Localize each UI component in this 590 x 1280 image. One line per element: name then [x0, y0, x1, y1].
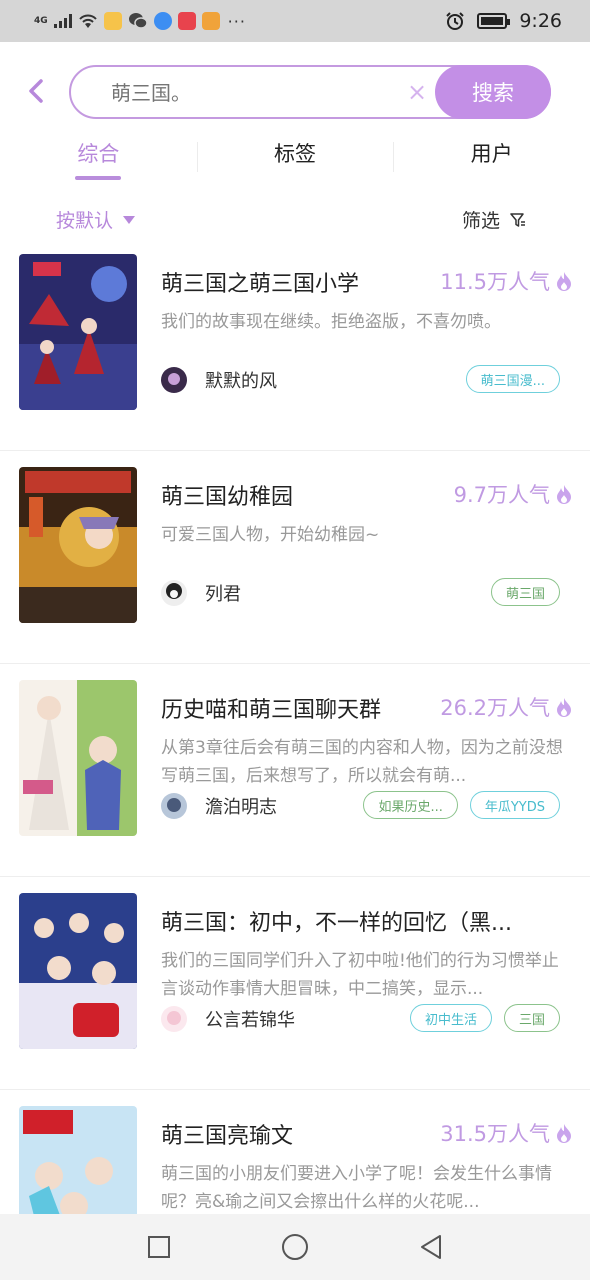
sort-filter-row: 按默认 筛选: [0, 200, 590, 240]
caret-down-icon: [123, 215, 136, 224]
filter-icon: [510, 212, 525, 227]
back-arrow-icon[interactable]: [24, 76, 48, 106]
status-bar-left: 4G ···: [34, 12, 246, 31]
author[interactable]: 澹泊明志: [161, 793, 277, 819]
popularity-count: 11.5万人气: [440, 270, 550, 294]
music-app-icon: [153, 12, 172, 30]
list-item[interactable]: 萌三国幼稚园 9.7万人气 可爱三国人物，开始幼稚园~ 列君 萌三国: [0, 451, 590, 664]
author-name: 澹泊明志: [205, 797, 277, 818]
square-icon: [148, 1236, 170, 1258]
item-description: 萌三国的小朋友们要进入小学了呢！会发生什么事情呢？亮&瑜之间又会擦出什么样的火花…: [161, 1164, 552, 1212]
status-bar: 4G ··· 9:26: [0, 0, 590, 42]
tag-list: 如果历史... 年瓜YYDS: [363, 791, 560, 819]
author-name: 默默的风: [205, 371, 277, 392]
circle-icon: [282, 1234, 308, 1260]
tag[interactable]: 三国: [503, 1004, 560, 1032]
flame-icon: [557, 698, 571, 717]
tag-list: 萌三国: [490, 578, 560, 606]
search-input[interactable]: [111, 78, 391, 108]
author-name: 列君: [205, 584, 241, 605]
list-item[interactable]: 历史喵和萌三国聊天群 26.2万人气 从第3章往后会有萌三国的内容和人物，因为之…: [0, 664, 590, 877]
popularity-count: 31.5万人气: [440, 1122, 550, 1146]
item-description: 可爱三国人物，开始幼稚园~: [161, 525, 380, 545]
book-cover: [19, 680, 137, 836]
filter-label: 筛选: [461, 210, 500, 232]
tab-comprehensive[interactable]: 综合: [0, 130, 197, 180]
notification-app-icon: [103, 12, 122, 30]
popularity-count: 26.2万人气: [440, 696, 550, 720]
avatar: [161, 580, 187, 606]
search-button[interactable]: 搜索: [435, 65, 551, 119]
item-title: 萌三国亮瑜文: [161, 1124, 294, 1149]
item-title: 萌三国之萌三国小学: [161, 272, 360, 297]
store-app-icon: [201, 12, 220, 30]
author[interactable]: 公言若锦华: [161, 1006, 295, 1032]
filter-button[interactable]: 筛选: [462, 206, 526, 233]
book-cover: [19, 893, 137, 1049]
popularity-count: 9.7万人气: [453, 483, 550, 507]
popularity: 11.5万人气: [440, 266, 572, 296]
sort-dropdown[interactable]: 按默认: [56, 206, 136, 233]
item-description: 我们的三国同学们升入了初中啦!他们的行为习惯举止言谈动作事情大胆冒昧，中二搞笑，…: [161, 951, 559, 999]
item-description: 我们的故事现在继续。拒绝盗版，不喜勿喷。: [161, 312, 501, 332]
tag[interactable]: 初中生活: [409, 1004, 492, 1032]
item-title: 历史喵和萌三国聊天群: [161, 698, 382, 723]
signal-icon: [53, 14, 72, 28]
tag-list: 初中生活 三国: [409, 1004, 560, 1032]
item-title: 萌三国幼稚园: [161, 485, 294, 510]
system-nav-bar: [0, 1214, 590, 1280]
item-title: 萌三国：初中，不一样的回忆（黑...: [161, 911, 512, 936]
results-list: 萌三国之萌三国小学 11.5万人气 我们的故事现在继续。拒绝盗版，不喜勿喷。 默…: [0, 238, 590, 1280]
tag[interactable]: 萌三国漫...: [465, 365, 560, 393]
tag[interactable]: 萌三国: [490, 578, 560, 606]
author-name: 公言若锦华: [205, 1010, 295, 1031]
clock: 9:26: [519, 10, 562, 32]
book-cover: [19, 467, 137, 623]
tab-users[interactable]: 用户: [393, 130, 590, 180]
flame-icon: [557, 1124, 571, 1143]
clear-icon[interactable]: ×: [407, 79, 427, 105]
wifi-icon: [78, 14, 97, 28]
sort-label: 按默认: [56, 210, 114, 232]
author[interactable]: 列君: [161, 580, 241, 606]
reader-app-icon: [177, 12, 196, 30]
network-type: 4G: [34, 16, 48, 26]
flame-icon: [557, 485, 571, 504]
wechat-icon: [128, 13, 148, 29]
book-cover: [19, 254, 137, 410]
list-item[interactable]: 萌三国：初中，不一样的回忆（黑... 我们的三国同学们升入了初中啦!他们的行为习…: [0, 877, 590, 1090]
home-button[interactable]: [275, 1227, 315, 1267]
avatar: [161, 367, 187, 393]
popularity: 31.5万人气: [440, 1118, 572, 1148]
list-item[interactable]: 萌三国之萌三国小学 11.5万人气 我们的故事现在继续。拒绝盗版，不喜勿喷。 默…: [0, 238, 590, 451]
triangle-back-icon: [421, 1235, 441, 1259]
alarm-icon: [446, 12, 465, 30]
item-description: 从第3章往后会有萌三国的内容和人物，因为之前没想写萌三国，后来想写了，所以就会有…: [161, 738, 563, 786]
search-header: × 搜索: [0, 42, 590, 142]
more-notifications-icon: ···: [227, 11, 246, 31]
avatar: [161, 793, 187, 819]
search-box: × 搜索: [69, 65, 551, 119]
tag[interactable]: 年瓜YYDS: [469, 791, 560, 819]
flame-icon: [557, 272, 571, 291]
tag[interactable]: 如果历史...: [363, 791, 458, 819]
tag-list: 萌三国漫...: [465, 365, 560, 393]
status-bar-right: 9:26: [445, 10, 562, 32]
recent-apps-button[interactable]: [139, 1227, 179, 1267]
battery-icon: [477, 13, 511, 29]
author[interactable]: 默默的风: [161, 367, 277, 393]
popularity: 9.7万人气: [454, 479, 572, 509]
avatar: [161, 1006, 187, 1032]
popularity: 26.2万人气: [440, 692, 572, 722]
back-button[interactable]: [411, 1227, 451, 1267]
result-tabs: 综合 标签 用户: [0, 130, 590, 180]
tab-tags[interactable]: 标签: [196, 130, 394, 180]
